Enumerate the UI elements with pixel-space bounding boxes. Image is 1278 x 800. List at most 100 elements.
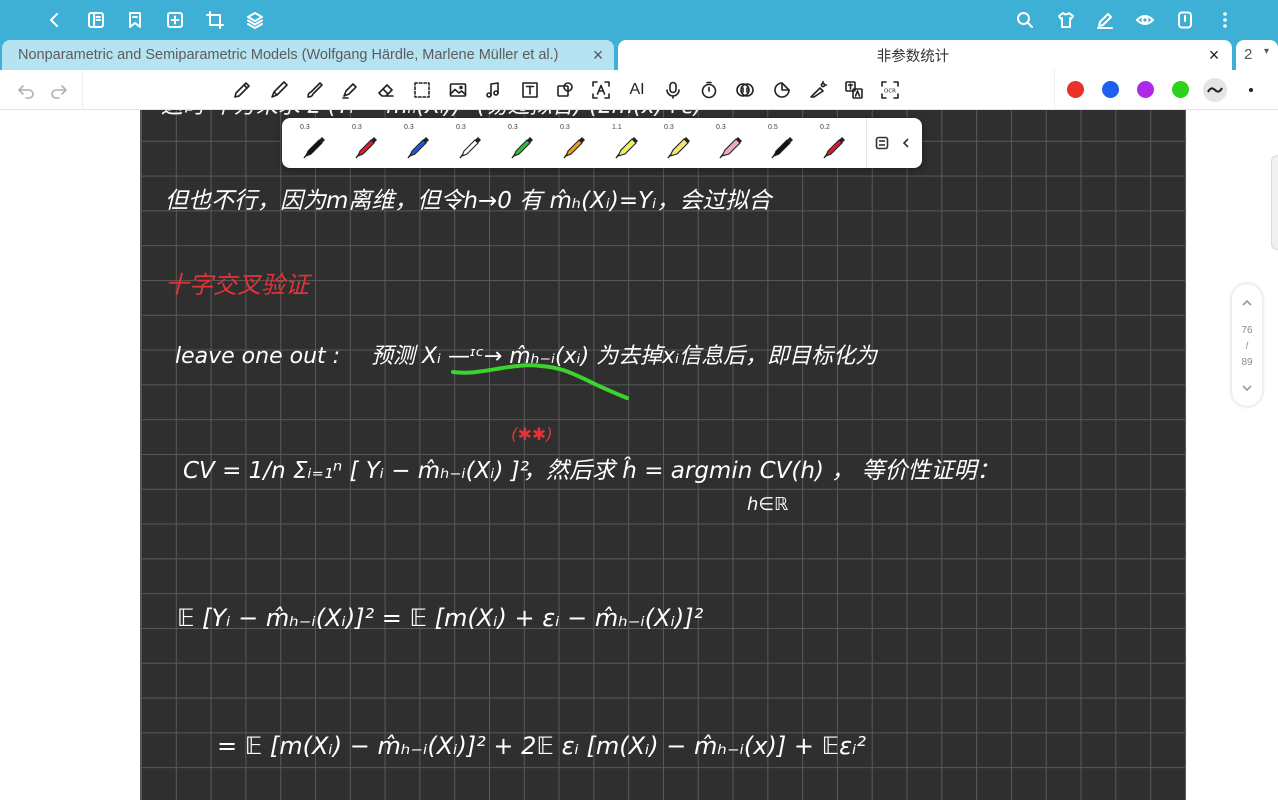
highlighter-pen-icon [615,137,638,159]
more-vertical-icon[interactable] [1213,8,1237,32]
side-panel-handle[interactable] [1271,155,1278,250]
back-icon[interactable] [42,8,66,32]
quick-color-blue[interactable] [1102,81,1119,98]
ai-icon[interactable]: AI [626,79,648,101]
eye-icon[interactable] [1133,8,1157,32]
shirt-icon[interactable] [1054,8,1078,32]
pen-size-label: 0.3 [716,124,726,131]
crop-icon[interactable] [203,8,227,32]
sticker-icon[interactable] [771,79,793,101]
note-cv-formula: CV = 1/n Σᵢ₌₁ⁿ [ Yᵢ − m̂ₕ₋ᵢ(Xᵢ) ]² [183,458,529,484]
toolbar-more-icon[interactable] [1249,88,1253,92]
note-predict-line: 预测 Xᵢ —ᶦᶜ→ m̂ₕ₋ᵢ(xᵢ) 为去掉xᵢ信息后，即目标化为 [371,344,879,369]
pen-size-label: 0.3 [300,124,310,131]
fountain-pen-icon [771,137,793,159]
pen-preset-9[interactable]: 0.3 [704,118,756,168]
fountain-pen-icon [823,137,845,159]
note-page[interactable]: 这时 平方来求 Σ (Yᵢ − m̂ₕ(Xᵢ))² (易过拟合) (Σm(x)+… [140,110,1186,800]
audio-sync-icon[interactable] [734,79,756,101]
note-cv-tail: ，然后求 ĥ = argmin CV(h) ， 等价性证明： [523,456,1000,484]
tab-nonparametric-notes[interactable]: 非参数统计 × [618,40,1232,70]
stroke-smoothing-icon[interactable] [1203,78,1227,102]
ocr-icon[interactable]: OCR [879,79,901,101]
pen-settings-icon[interactable] [872,133,892,153]
add-page-icon[interactable] [163,8,187,32]
fountain-pen-icon [459,137,481,159]
pen-preset-8[interactable]: 0.3 [652,118,704,168]
note-expectation-eq1: 𝔼 [Yᵢ − m̂ₕ₋ᵢ(Xᵢ)]² = 𝔼 [m(Xᵢ) + εᵢ − m̂… [177,604,704,632]
current-page-number: 76 [1241,325,1253,336]
bookmark-icon[interactable] [123,8,147,32]
pen-size-label: 0.3 [352,124,362,131]
undo-icon[interactable] [15,79,37,101]
pen-preset-7[interactable]: 1.1 [600,118,652,168]
note-argmin-sub: h∈ℝ [747,494,788,515]
pen-preset-3[interactable]: 0.3 [392,118,444,168]
tab-nonparametric-book[interactable]: Nonparametric and Semiparametric Models … [2,40,614,70]
ocr-label: OCR [884,89,896,95]
lasso-select-icon[interactable] [411,79,433,101]
fountain-pen-icon [355,137,377,159]
pen-size-label: 0.3 [560,124,570,131]
chevron-down-icon[interactable] [1240,381,1254,395]
highlighter-pen-icon [667,137,690,159]
brush-icon[interactable] [304,79,326,101]
notebook-icon[interactable] [84,8,108,32]
page-separator: / [1245,341,1249,352]
laser-pointer-icon[interactable] [807,79,829,101]
pen-size-label: 0.3 [404,124,414,131]
layers-icon[interactable] [243,8,267,32]
top-app-bar [0,0,1278,40]
pen-size-label: 1.1 [612,124,622,131]
pen-preset-4[interactable]: 0.3 [444,118,496,168]
timer-icon[interactable] [698,79,720,101]
document-tab-bar: Nonparametric and Semiparametric Models … [0,40,1278,70]
redo-icon[interactable] [48,79,70,101]
note-line-overfit: 但也不行，因为m离维，但令h→0 有 m̂ₕ(Xᵢ)=Yᵢ，会过拟合 [165,188,774,214]
eraser-icon[interactable] [375,79,397,101]
text-recognition-icon[interactable] [590,79,612,101]
fountain-pen-icon [407,137,429,159]
pen-preset-6[interactable]: 0.3 [548,118,600,168]
open-tabs-counter[interactable]: 2 ▾ [1236,40,1278,70]
highlighter-icon[interactable] [339,79,361,101]
green-highlight-stroke [451,363,629,400]
tab-title: 非参数统计 [876,48,950,65]
pen-preset-5[interactable]: 0.3 [496,118,548,168]
pen-preset-2[interactable]: 0.3 [340,118,392,168]
page-scroller[interactable]: 76 / 89 [1232,284,1262,406]
quick-color-purple[interactable] [1137,81,1154,98]
note-expectation-eq2: = 𝔼 [m(Xᵢ) − m̂ₕ₋ᵢ(Xᵢ)]² + 2𝔼 εᵢ [m(Xᵢ) … [217,732,866,760]
close-tab-icon[interactable]: × [588,45,608,65]
microphone-icon[interactable] [662,79,684,101]
pen-size-label: 0.3 [508,124,518,131]
shape-icon[interactable] [554,79,576,101]
translate-icon[interactable] [843,79,865,101]
handwriting-layer: 这时 平方来求 Σ (Yᵢ − m̂ₕ(Xᵢ))² (易过拟合) (Σm(x)+… [161,110,1000,760]
pen-preset-1[interactable]: 0.3 [288,118,340,168]
pen-edit-icon[interactable] [1093,8,1117,32]
pen-size-label: 0.5 [768,124,778,131]
text-box-icon[interactable] [519,79,541,101]
tab-count: 2 [1244,46,1253,63]
pen-preset-11[interactable]: 0.2 [808,118,860,168]
close-tab-icon[interactable]: × [1204,45,1224,65]
highlighter-pen-icon [719,137,742,159]
search-icon[interactable] [1013,8,1037,32]
reading-mode-icon[interactable] [1173,8,1197,32]
toolbar-divider [1054,70,1055,110]
quick-color-green[interactable] [1172,81,1189,98]
pen-preset-10[interactable]: 0.5 [756,118,808,168]
pen-size-label: 0.3 [456,124,466,131]
image-icon[interactable] [447,79,469,101]
pencil-icon[interactable] [231,79,253,101]
quick-color-red[interactable] [1067,81,1084,98]
chevron-up-icon[interactable] [1240,296,1254,310]
total-page-count: 89 [1241,357,1253,368]
collapse-palette-icon[interactable] [896,133,916,153]
pen-icon[interactable] [268,79,290,101]
palette-divider [866,118,867,168]
fountain-pen-icon [563,137,585,159]
drawing-toolbar: AI OCR [0,70,1278,110]
music-note-icon[interactable] [482,79,504,101]
